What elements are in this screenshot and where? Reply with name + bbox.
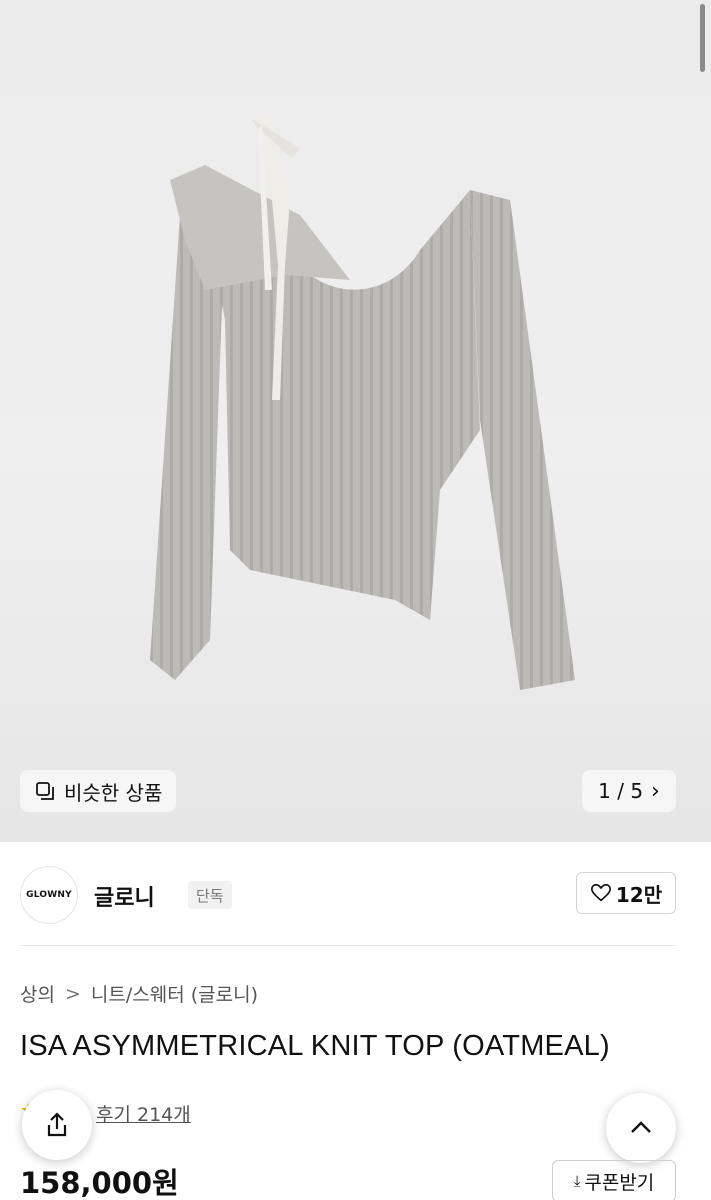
similar-products-label: 비슷한 상품	[64, 780, 163, 805]
similar-products-button[interactable]: 비슷한 상품	[20, 770, 177, 812]
share-button[interactable]	[22, 1090, 92, 1160]
divider	[20, 945, 676, 946]
product-image	[150, 112, 575, 690]
similar-items-icon	[36, 782, 54, 800]
product-title: ISA ASYMMETRICAL KNIT TOP (OATMEAL)	[20, 1030, 610, 1062]
brand-logo-text: GLOWNY	[26, 890, 72, 900]
exclusive-badge: 단독	[188, 881, 232, 909]
product-price: 158,000원	[20, 1166, 179, 1200]
brand-logo[interactable]: GLOWNY	[20, 866, 78, 924]
brand-name[interactable]: 글로니	[94, 880, 155, 912]
product-image-gallery[interactable]: 비슷한 상품 1 / 5 ›	[0, 0, 711, 842]
download-icon: ⤓	[573, 1172, 581, 1190]
scroll-to-top-button[interactable]	[606, 1093, 676, 1163]
coupon-download-button[interactable]: ⤓ 쿠폰받기	[552, 1160, 676, 1200]
image-pager[interactable]: 1 / 5 ›	[582, 770, 676, 812]
breadcrumb-subcategory[interactable]: 니트/스웨터 (글로니)	[91, 980, 258, 1007]
heart-icon	[590, 883, 611, 902]
like-count: 12만	[615, 882, 663, 907]
breadcrumb-category[interactable]: 상의	[20, 980, 55, 1007]
chevron-right-icon: ›	[651, 778, 660, 804]
scrollbar[interactable]	[700, 4, 705, 72]
brand-like-button[interactable]: 12만	[576, 872, 676, 914]
share-icon	[47, 1112, 67, 1137]
chevron-up-icon	[631, 1121, 651, 1133]
review-link[interactable]: 후기 214개	[96, 1100, 191, 1127]
breadcrumb: 상의 > 니트/스웨터 (글로니)	[20, 980, 258, 1007]
coupon-label: 쿠폰받기	[584, 1171, 655, 1194]
breadcrumb-separator: >	[64, 982, 81, 1005]
brand-row: GLOWNY 글로니 단독 12만	[20, 862, 676, 926]
page-indicator: 1 / 5	[598, 779, 644, 803]
